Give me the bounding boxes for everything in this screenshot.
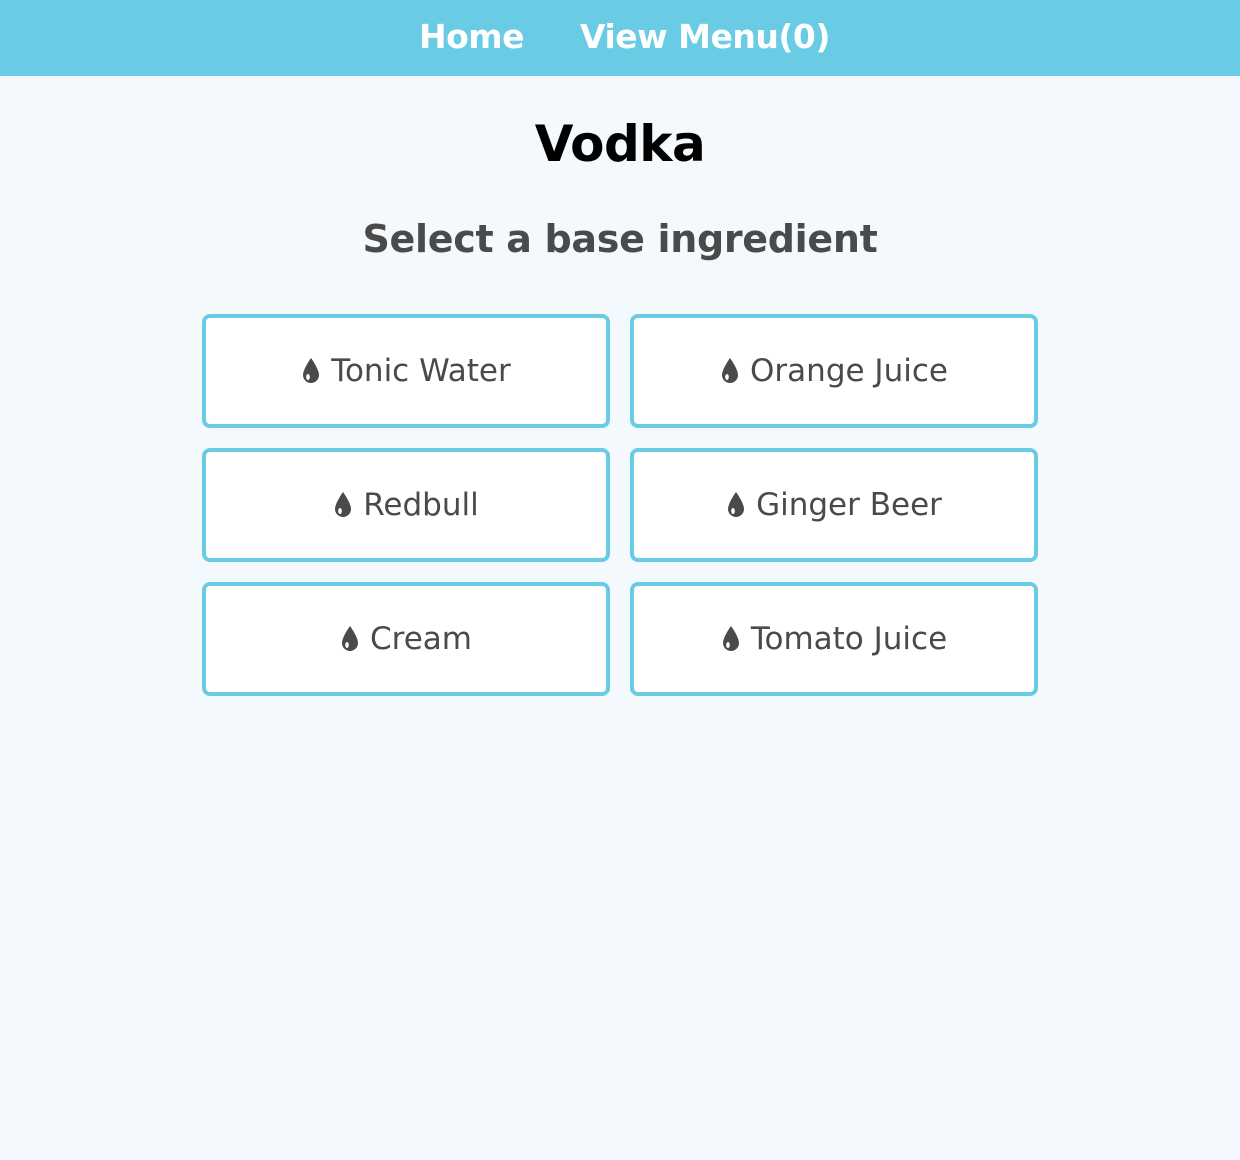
page-subtitle: Select a base ingredient xyxy=(362,217,878,261)
ingredient-label: Orange Juice xyxy=(750,353,948,389)
ingredient-button-tonic-water[interactable]: Tonic Water xyxy=(202,314,610,428)
ingredient-label: Cream xyxy=(370,621,472,657)
ingredient-label: Tomato Juice xyxy=(750,621,948,657)
view-menu-link[interactable]: View Menu(0) xyxy=(580,0,830,76)
drop-icon xyxy=(333,491,353,519)
drop-icon xyxy=(340,625,360,653)
ingredient-button-tomato-juice[interactable]: Tomato Juice xyxy=(630,582,1038,696)
drop-icon xyxy=(726,491,746,519)
ingredient-label: Redbull xyxy=(363,487,479,523)
drop-icon xyxy=(721,625,741,653)
ingredient-button-redbull[interactable]: Redbull xyxy=(202,448,610,562)
ingredient-grid: Tonic Water Orange Juice Redbull Ginger … xyxy=(202,314,1038,696)
ingredient-button-ginger-beer[interactable]: Ginger Beer xyxy=(630,448,1038,562)
ingredient-button-cream[interactable]: Cream xyxy=(202,582,610,696)
ingredient-label: Ginger Beer xyxy=(756,487,942,523)
page-title: Vodka xyxy=(534,115,706,173)
home-link[interactable]: Home xyxy=(419,0,525,76)
ingredient-label: Tonic Water xyxy=(331,353,511,389)
ingredient-button-orange-juice[interactable]: Orange Juice xyxy=(630,314,1038,428)
drop-icon xyxy=(720,357,740,385)
top-navbar: Home View Menu(0) xyxy=(0,0,1240,76)
drop-icon xyxy=(301,357,321,385)
